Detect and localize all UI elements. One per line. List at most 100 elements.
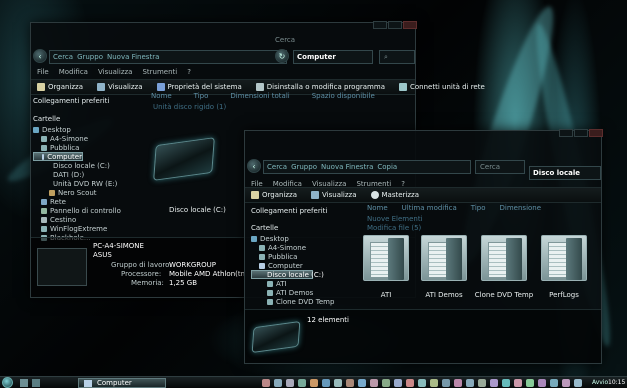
breadcrumb-copia[interactable]: Copia (377, 163, 397, 171)
breadcrumb-nuova-finestra[interactable]: Nuova Finestra (107, 53, 159, 61)
nav-item-clone-dvd[interactable]: Clone DVD Temp (251, 297, 351, 306)
menu-modifica[interactable]: Modifica (59, 68, 88, 76)
drive-label[interactable]: Disco locale (C:) (169, 206, 226, 214)
nav-item-pubblica[interactable]: Pubblica (33, 143, 137, 152)
nav-item-rete[interactable]: Rete (33, 197, 137, 206)
folder-icon-ati-demos[interactable] (421, 235, 467, 281)
tray-icon-17[interactable] (454, 379, 462, 387)
folder-label-ati[interactable]: ATI (356, 291, 416, 299)
top-search[interactable]: Cerca (271, 33, 341, 47)
location-bar[interactable]: Disco locale (529, 166, 601, 180)
folder-icon-clone-dvd[interactable] (481, 235, 527, 281)
address-bar[interactable]: Cerca Gruppo Nuova Finestra Copia (263, 160, 471, 174)
tray-icon-27[interactable] (574, 379, 582, 387)
col-dimensione[interactable]: Dimensione (500, 204, 542, 212)
nav-item-dvd-e[interactable]: Unità DVD RW (E:) (33, 179, 137, 188)
tray-icon-8[interactable] (346, 379, 354, 387)
search-input[interactable]: ⌕ (379, 50, 415, 64)
nav-item-ati[interactable]: ATI (251, 279, 351, 288)
tray-icon-18[interactable] (466, 379, 474, 387)
tray-icon-21[interactable] (502, 379, 510, 387)
tray-icon-20[interactable] (490, 379, 498, 387)
favorites-header[interactable]: Collegamenti preferiti (33, 97, 137, 105)
maximize-button[interactable] (388, 21, 402, 29)
group-header[interactable]: Unità disco rigido (1) (153, 103, 226, 111)
nav-item-desktop[interactable]: Desktop (251, 234, 351, 243)
menu-help[interactable]: ? (187, 68, 191, 76)
col-nome[interactable]: Nome (151, 92, 172, 100)
nav-item-desktop[interactable]: Desktop (33, 125, 137, 134)
group-header-1[interactable]: Nuove Elementi (367, 215, 423, 223)
search-input[interactable]: Cerca (475, 160, 525, 174)
folder-label-ati-demos[interactable]: ATI Demos (414, 291, 474, 299)
nav-item-a4-simone[interactable]: A4-Simone (251, 243, 351, 252)
minimize-button[interactable] (559, 129, 573, 137)
tray-icon-13[interactable] (406, 379, 414, 387)
close-button[interactable] (589, 129, 603, 137)
folder-icon-perflogs[interactable] (541, 235, 587, 281)
nav-item-disco-c[interactable]: Disco locale (C:) (33, 161, 137, 170)
hard-drive-icon[interactable] (153, 137, 215, 181)
map-network-drive-button[interactable]: Connetti unità di rete (399, 83, 485, 91)
tray-icon-14[interactable] (418, 379, 426, 387)
system-properties-button[interactable]: Proprietà del sistema (156, 83, 242, 91)
quicklaunch-icon-1[interactable] (20, 379, 28, 387)
back-button[interactable]: ‹ (33, 49, 47, 63)
folder-icon-ati[interactable] (363, 235, 409, 281)
breadcrumb-gruppo[interactable]: Gruppo (77, 53, 103, 61)
menu-file[interactable]: File (37, 68, 49, 76)
breadcrumb-nuova-finestra[interactable]: Nuova Finestra (321, 163, 373, 171)
folder-label-clone-dvd[interactable]: Clone DVD Temp (474, 291, 534, 299)
menu-visualizza[interactable]: Visualizza (98, 68, 132, 76)
col-tipo[interactable]: Tipo (471, 204, 486, 212)
nav-item-dati-d[interactable]: DATI (D:) (33, 170, 137, 179)
tray-icon-15[interactable] (430, 379, 438, 387)
location-bar[interactable]: Computer (293, 50, 373, 64)
taskbar-item-computer[interactable]: Computer (78, 378, 166, 388)
quicklaunch-icon-2[interactable] (32, 379, 40, 387)
nav-item-winflog[interactable]: WinFlogExtreme (33, 224, 137, 233)
tray-icon-7[interactable] (334, 379, 342, 387)
maximize-button[interactable] (574, 129, 588, 137)
tray-icon-6[interactable] (322, 379, 330, 387)
tray-icon-23[interactable] (526, 379, 534, 387)
col-ultima-modifica[interactable]: Ultima modifica (402, 204, 457, 212)
close-button[interactable] (403, 21, 417, 29)
taskbar-lang[interactable]: Avvio (592, 379, 608, 386)
nav-item-a4-simone[interactable]: A4-Simone (33, 134, 137, 143)
back-button[interactable]: ‹ (247, 159, 261, 173)
col-spazio[interactable]: Spazio disponibile (312, 92, 375, 100)
views-button[interactable]: Visualizza (97, 83, 143, 91)
breadcrumb-gruppo[interactable]: Gruppo (291, 163, 317, 171)
tray-icon-2[interactable] (274, 379, 282, 387)
start-orb[interactable] (2, 377, 13, 388)
tray-icon-26[interactable] (562, 379, 570, 387)
tray-icon-22[interactable] (514, 379, 522, 387)
nav-item-nero-scout[interactable]: Nero Scout (33, 188, 137, 197)
breadcrumb-cerca[interactable]: Cerca (53, 53, 73, 61)
group-header-2[interactable]: Modifica file (5) (367, 224, 421, 232)
tray-icon-11[interactable] (382, 379, 390, 387)
tray-icon-1[interactable] (262, 379, 270, 387)
nav-item-cestino[interactable]: Cestino (33, 215, 137, 224)
tray-icon-4[interactable] (298, 379, 306, 387)
tray-icon-16[interactable] (442, 379, 450, 387)
refresh-button[interactable]: ↻ (275, 49, 289, 63)
nav-item-ati-demos[interactable]: ATI Demos (251, 288, 351, 297)
col-dimensioni[interactable]: Dimensioni totali (230, 92, 289, 100)
folder-label-perflogs[interactable]: PerfLogs (534, 291, 594, 299)
tray-icon-12[interactable] (394, 379, 402, 387)
folders-header[interactable]: Cartelle (33, 115, 137, 123)
nav-item-pubblica[interactable]: Pubblica (251, 252, 351, 261)
nav-item-pannello[interactable]: Pannello di controllo (33, 206, 137, 215)
nav-item-disco-c[interactable]: Disco locale (C:) (251, 270, 324, 279)
nav-item-computer[interactable]: Computer (33, 152, 83, 161)
tray-icon-3[interactable] (286, 379, 294, 387)
minimize-button[interactable] (373, 21, 387, 29)
tray-icon-10[interactable] (370, 379, 378, 387)
menu-strumenti[interactable]: Strumenti (142, 68, 177, 76)
uninstall-program-button[interactable]: Disinstalla o modifica programma (255, 83, 385, 91)
folders-header[interactable]: Cartelle (251, 224, 351, 232)
address-bar[interactable]: Cerca Gruppo Nuova Finestra (49, 50, 287, 64)
breadcrumb-cerca[interactable]: Cerca (267, 163, 287, 171)
